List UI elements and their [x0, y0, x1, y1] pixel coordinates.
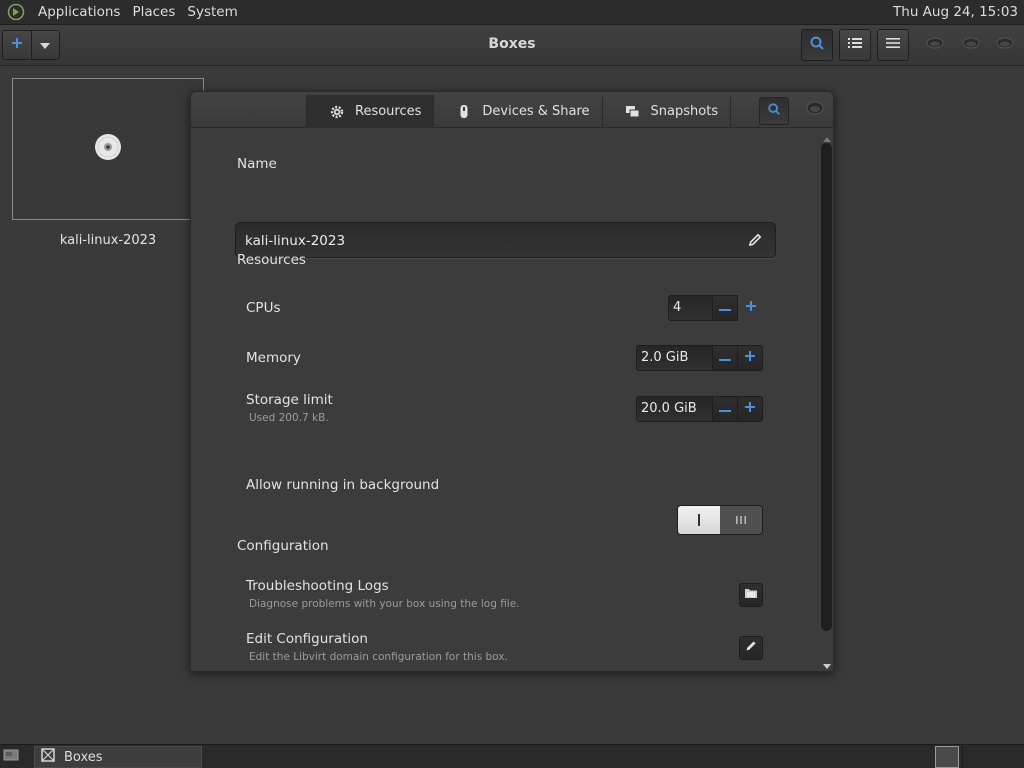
scroll-down-arrow-icon[interactable]: [823, 658, 831, 671]
switch-off-indicator: [720, 506, 762, 534]
edit-configuration-description: Edit the Libvirt domain configuration fo…: [249, 651, 508, 663]
optical-disc-icon: [93, 132, 123, 166]
run-in-background-switch[interactable]: [677, 505, 763, 535]
dialog-tabs: Resources Devices & Share Snapshots: [306, 95, 732, 128]
minus-icon: [719, 351, 731, 366]
plus-icon: [744, 401, 756, 417]
memory-spinner: 2.0 GiB: [636, 345, 763, 371]
tab-snapshots-label: Snapshots: [650, 104, 719, 119]
tab-devices-share-label: Devices & Share: [482, 104, 590, 119]
resources-section-title: Resources: [237, 252, 306, 268]
close-window-button[interactable]: [995, 37, 1015, 53]
hamburger-menu-icon: [886, 37, 900, 53]
snapshots-icon: [625, 104, 641, 120]
tab-devices-share[interactable]: Devices & Share: [433, 95, 601, 128]
dialog-header: Resources Devices & Share Snapshots: [191, 92, 833, 128]
dialog-close-button[interactable]: [805, 101, 825, 119]
menu-places[interactable]: Places: [126, 4, 181, 20]
minimize-icon: [925, 36, 945, 54]
close-icon: [995, 36, 1015, 54]
usb-device-icon: [456, 104, 472, 120]
new-box-button[interactable]: [3, 31, 31, 59]
box-name-label[interactable]: kali-linux-2023: [12, 233, 204, 248]
box-name-field[interactable]: kali-linux-2023: [235, 222, 776, 258]
show-desktop-button[interactable]: [0, 745, 24, 768]
chevron-down-icon: [40, 38, 51, 53]
search-button[interactable]: [801, 29, 833, 61]
storage-usage-text: Used 200.7 kB.: [249, 412, 329, 424]
bottom-panel: Boxes: [0, 744, 1024, 768]
dialog-scrollbar[interactable]: [819, 128, 833, 671]
search-icon: [809, 35, 825, 55]
minimize-button[interactable]: [925, 37, 945, 53]
close-icon: [806, 101, 824, 119]
troubleshooting-logs-description: Diagnose problems with your box using th…: [249, 598, 520, 610]
dialog-search-button[interactable]: [759, 97, 789, 125]
clock[interactable]: Thu Aug 24, 15:03: [893, 4, 1024, 20]
box-properties-dialog: Resources Devices & Share Snapshots Name…: [190, 91, 834, 672]
minus-icon: [719, 301, 731, 316]
search-icon: [767, 102, 781, 120]
cpus-label: CPUs: [246, 300, 281, 316]
top-menu-bar: Applications Places System: [0, 0, 244, 24]
workspace-1[interactable]: [935, 746, 959, 768]
tab-resources[interactable]: Resources: [306, 95, 434, 128]
tab-resources-label: Resources: [355, 104, 422, 119]
box-name-value: kali-linux-2023: [245, 233, 346, 249]
tab-snapshots[interactable]: Snapshots: [601, 95, 732, 128]
scroll-thumb[interactable]: [821, 143, 832, 631]
name-section-title: Name: [237, 156, 277, 172]
storage-increase-button[interactable]: [738, 396, 763, 422]
list-view-icon: [848, 37, 862, 53]
pencil-edit-icon: [744, 639, 758, 657]
list-view-button[interactable]: [839, 29, 871, 61]
switch-on-indicator: [678, 506, 720, 534]
plus-icon: [11, 37, 23, 53]
storage-spinner: 20.0 GiB: [636, 396, 763, 422]
storage-input[interactable]: 20.0 GiB: [636, 396, 713, 422]
box-thumbnail[interactable]: [12, 78, 204, 220]
main-menu-button[interactable]: [877, 29, 909, 61]
maximize-button[interactable]: [961, 37, 981, 53]
plus-icon: [744, 350, 756, 366]
header-bar: Boxes: [0, 25, 1024, 66]
workspace-2[interactable]: [962, 746, 986, 768]
cpus-spinner: 4: [668, 295, 763, 321]
configuration-section-title: Configuration: [237, 538, 329, 554]
menu-system[interactable]: System: [181, 4, 243, 20]
cpus-decrease-button[interactable]: [713, 295, 738, 321]
pencil-edit-icon[interactable]: [747, 232, 763, 248]
run-in-background-label: Allow running in background: [246, 477, 440, 493]
distro-logo-icon[interactable]: [6, 2, 26, 22]
edit-configuration-button[interactable]: [739, 636, 763, 660]
taskbar-item-label: Boxes: [64, 749, 103, 765]
memory-label: Memory: [246, 350, 301, 366]
new-box-dropdown-button[interactable]: [30, 31, 60, 59]
new-box-button-group: [2, 30, 60, 60]
storage-label: Storage limit: [246, 392, 333, 408]
boxes-app-icon: [40, 747, 56, 767]
troubleshooting-logs-label: Troubleshooting Logs: [246, 578, 389, 594]
storage-decrease-button[interactable]: [713, 396, 738, 422]
edit-configuration-label: Edit Configuration: [246, 631, 368, 647]
cpus-input[interactable]: 4: [668, 295, 713, 321]
menu-applications[interactable]: Applications: [32, 4, 126, 20]
open-logs-button[interactable]: [739, 583, 763, 607]
taskbar-item-boxes[interactable]: Boxes: [34, 746, 202, 768]
top-panel: Applications Places System Thu Aug 24, 1…: [0, 0, 1024, 25]
memory-increase-button[interactable]: [738, 345, 763, 371]
dialog-body: Name kali-linux-2023 Resources CPUs 4 Me…: [191, 128, 819, 671]
gear-icon: [329, 104, 345, 120]
folder-icon: [744, 587, 758, 603]
cpus-increase-button[interactable]: [738, 295, 763, 321]
memory-decrease-button[interactable]: [713, 345, 738, 371]
memory-input[interactable]: 2.0 GiB: [636, 345, 713, 371]
maximize-icon: [961, 36, 981, 54]
minus-icon: [719, 402, 731, 417]
show-desktop-icon: [3, 747, 21, 767]
plus-icon: [745, 300, 757, 316]
